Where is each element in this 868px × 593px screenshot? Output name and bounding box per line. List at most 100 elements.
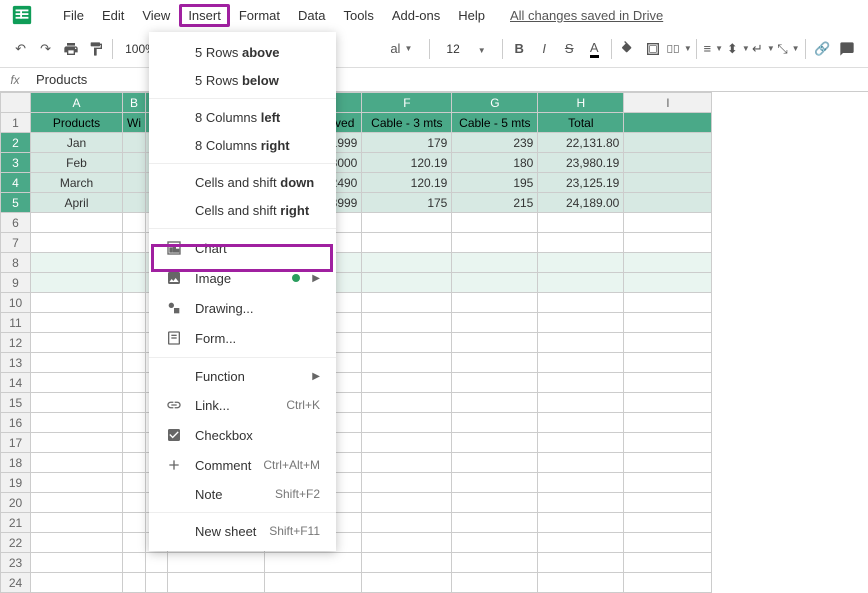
cell[interactable]: 215 <box>452 193 538 213</box>
cell[interactable]: 179 <box>362 133 452 153</box>
cell[interactable]: Jan <box>31 133 123 153</box>
cell[interactable]: Total <box>538 113 624 133</box>
row-header[interactable]: 21 <box>1 513 31 533</box>
undo-icon[interactable]: ↶ <box>8 36 33 62</box>
cell[interactable]: Feb <box>31 153 123 173</box>
menu-data[interactable]: Data <box>289 4 334 27</box>
wrap-icon[interactable]: ↵▼ <box>751 36 776 62</box>
menu-tools[interactable]: Tools <box>334 4 382 27</box>
cell[interactable]: 120.19 <box>362 173 452 193</box>
insert-new-sheet[interactable]: New sheet Shift+F11 <box>149 517 336 545</box>
h-align-icon[interactable]: ≡▼ <box>701 36 726 62</box>
insert-function[interactable]: Function ▶ <box>149 362 336 390</box>
row-header[interactable]: 13 <box>1 353 31 373</box>
row-header[interactable]: 18 <box>1 453 31 473</box>
borders-icon[interactable] <box>641 36 666 62</box>
insert-cols-right[interactable]: 8 Columns right <box>149 131 336 159</box>
v-align-icon[interactable]: ⬍▼ <box>726 36 751 62</box>
paint-format-icon[interactable] <box>83 36 108 62</box>
row-header[interactable]: 11 <box>1 313 31 333</box>
row-header[interactable]: 6 <box>1 213 31 233</box>
row-header[interactable]: 16 <box>1 413 31 433</box>
row-header[interactable]: 17 <box>1 433 31 453</box>
col-header[interactable]: H <box>538 93 624 113</box>
cell[interactable] <box>624 153 712 173</box>
cell[interactable]: Cable - 5 mts <box>452 113 538 133</box>
insert-rows-below[interactable]: 5 Rows below <box>149 66 336 94</box>
cell[interactable]: 24,189.00 <box>538 193 624 213</box>
save-status[interactable]: All changes saved in Drive <box>510 8 663 23</box>
cell[interactable] <box>624 193 712 213</box>
text-color-icon[interactable]: A <box>582 36 607 62</box>
cell[interactable] <box>123 173 146 193</box>
col-header[interactable]: B <box>123 93 146 113</box>
insert-image[interactable]: Image ▶ <box>149 263 336 293</box>
select-all-corner[interactable] <box>1 93 31 113</box>
col-header[interactable]: G <box>452 93 538 113</box>
row-header[interactable]: 2 <box>1 133 31 153</box>
row-header[interactable]: 10 <box>1 293 31 313</box>
cell[interactable]: Products <box>31 113 123 133</box>
insert-checkbox[interactable]: Checkbox <box>149 420 336 450</box>
cell[interactable] <box>624 113 712 133</box>
row-header[interactable]: 23 <box>1 553 31 573</box>
fill-color-icon[interactable] <box>616 36 641 62</box>
cell[interactable]: April <box>31 193 123 213</box>
menu-file[interactable]: File <box>54 4 93 27</box>
insert-rows-above[interactable]: 5 Rows above <box>149 38 336 66</box>
cell[interactable] <box>624 173 712 193</box>
menu-help[interactable]: Help <box>449 4 494 27</box>
row-header[interactable]: 7 <box>1 233 31 253</box>
row-header[interactable]: 15 <box>1 393 31 413</box>
cell[interactable]: 22,131.80 <box>538 133 624 153</box>
font-family-select[interactable]: al▼ <box>377 36 425 62</box>
merge-cells-icon[interactable]: ▼ <box>666 36 692 62</box>
insert-chart[interactable]: Chart <box>149 233 336 263</box>
cell[interactable] <box>123 133 146 153</box>
rotate-icon[interactable]: ⤡▼ <box>776 36 801 62</box>
cell[interactable] <box>123 193 146 213</box>
cell[interactable] <box>624 133 712 153</box>
cell[interactable]: 239 <box>452 133 538 153</box>
row-header[interactable]: 3 <box>1 153 31 173</box>
menu-format[interactable]: Format <box>230 4 289 27</box>
bold-icon[interactable]: B <box>507 36 532 62</box>
font-size-select[interactable]: 12▼ <box>434 42 497 56</box>
strikethrough-icon[interactable]: S <box>557 36 582 62</box>
row-header[interactable]: 8 <box>1 253 31 273</box>
cell[interactable]: Wi <box>123 113 146 133</box>
insert-link[interactable]: Link... Ctrl+K <box>149 390 336 420</box>
insert-drawing[interactable]: Drawing... <box>149 293 336 323</box>
row-header[interactable]: 14 <box>1 373 31 393</box>
menu-edit[interactable]: Edit <box>93 4 133 27</box>
row-header[interactable]: 19 <box>1 473 31 493</box>
menu-view[interactable]: View <box>133 4 179 27</box>
redo-icon[interactable]: ↷ <box>33 36 58 62</box>
row-header[interactable]: 9 <box>1 273 31 293</box>
cell[interactable]: 23,125.19 <box>538 173 624 193</box>
row-header[interactable]: 1 <box>1 113 31 133</box>
insert-form[interactable]: Form... <box>149 323 336 353</box>
col-header[interactable]: I <box>624 93 712 113</box>
col-header[interactable]: F <box>362 93 452 113</box>
comment-icon[interactable] <box>835 36 860 62</box>
cell[interactable]: 195 <box>452 173 538 193</box>
print-icon[interactable] <box>58 36 83 62</box>
cell[interactable]: March <box>31 173 123 193</box>
cell[interactable]: Cable - 3 mts <box>362 113 452 133</box>
row-header[interactable]: 24 <box>1 573 31 593</box>
menu-addons[interactable]: Add-ons <box>383 4 449 27</box>
insert-note[interactable]: Note Shift+F2 <box>149 480 336 508</box>
italic-icon[interactable]: I <box>532 36 557 62</box>
col-header[interactable]: A <box>31 93 123 113</box>
row-header[interactable]: 12 <box>1 333 31 353</box>
insert-cols-left[interactable]: 8 Columns left <box>149 103 336 131</box>
menu-insert[interactable]: Insert <box>179 4 230 27</box>
cell[interactable]: 23,980.19 <box>538 153 624 173</box>
cell[interactable] <box>123 153 146 173</box>
row-header[interactable]: 5 <box>1 193 31 213</box>
row-header[interactable]: 22 <box>1 533 31 553</box>
cell[interactable]: 175 <box>362 193 452 213</box>
insert-comment[interactable]: Comment Ctrl+Alt+M <box>149 450 336 480</box>
cell[interactable]: 180 <box>452 153 538 173</box>
